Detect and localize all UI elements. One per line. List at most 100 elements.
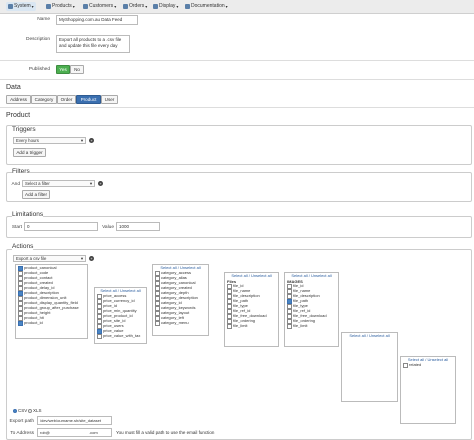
published-no-button[interactable]: No xyxy=(70,65,84,74)
nav-orders[interactable]: Orders ▾ xyxy=(121,2,149,11)
add-icon[interactable]: + xyxy=(89,138,94,143)
nav-orders-label: Orders xyxy=(129,3,145,9)
product-columns-list: product_canonical product_code product_con… xyxy=(15,264,88,339)
column-option[interactable]: related xyxy=(401,362,455,368)
checkbox[interactable] xyxy=(227,324,232,329)
export-path-field[interactable]: /dev/web/ourname.sh/site_dataset xyxy=(37,416,112,425)
images-columns-list: Select all / Unselect all IMAGES file_id… xyxy=(284,272,339,347)
related-columns-list: Select all / Unselect all related xyxy=(400,356,456,424)
add-filter-button[interactable]: Add a filter xyxy=(22,190,50,199)
chevron-down-icon: ▾ xyxy=(225,4,228,9)
chevron-down-icon: ▾ xyxy=(72,4,75,9)
email-path-note: You must fill a valid path to use the em… xyxy=(116,430,215,435)
checkbox[interactable] xyxy=(97,334,102,339)
files-columns-list: Select all / Unselect all Files file_id f… xyxy=(224,272,279,347)
start-field[interactable]: 0 xyxy=(24,222,98,231)
to-address-domain: .com xyxy=(89,430,98,435)
chevron-down-icon: ▾ xyxy=(80,138,83,143)
select-all-link[interactable]: Select all / Unselect all xyxy=(342,333,397,339)
name-field[interactable]: MyShopping.com.au Data Feed xyxy=(56,15,138,25)
chevron-down-icon: ▾ xyxy=(31,4,34,9)
nav-customers[interactable]: Customers ▾ xyxy=(81,2,118,11)
column-option[interactable]: product_id xyxy=(16,320,87,326)
checkbox[interactable] xyxy=(155,321,160,326)
column-option[interactable]: file_limit xyxy=(225,323,278,329)
description-label: Description xyxy=(26,37,50,42)
checkbox[interactable] xyxy=(287,324,292,329)
nav-system-label: System xyxy=(14,3,31,9)
action-select[interactable]: Export a csv file ▾ xyxy=(13,255,86,262)
format-xls-label: XLS xyxy=(33,408,42,413)
column-option[interactable]: category_menu xyxy=(153,320,208,326)
top-navbar: System ▾ Products ▾ Customers ▾ Orders ▾… xyxy=(0,0,474,14)
column-option-label: related xyxy=(409,362,422,368)
divider xyxy=(0,60,474,61)
checkbox[interactable] xyxy=(403,363,408,368)
trigger-select-value: Every hours xyxy=(16,138,39,143)
value-label: Value xyxy=(102,225,114,230)
chevron-down-icon: ▾ xyxy=(89,181,92,186)
published-label: Published xyxy=(28,67,50,72)
box-icon xyxy=(46,4,51,9)
tab-order[interactable]: Order xyxy=(57,95,76,104)
limitations-title: Limitations xyxy=(12,211,44,218)
trigger-select[interactable]: Every hours ▾ xyxy=(13,137,86,144)
start-label: Start xyxy=(11,225,22,230)
chevron-down-icon: ▾ xyxy=(145,4,148,9)
tab-product[interactable]: Product xyxy=(76,95,101,104)
column-option-label: file_limit xyxy=(233,323,248,329)
name-label: Name xyxy=(37,17,50,22)
value-field[interactable]: 1000 xyxy=(116,222,160,231)
column-option-label: product_id xyxy=(24,320,43,326)
column-option-label: file_limit xyxy=(293,323,308,329)
triggers-title: Triggers xyxy=(12,126,36,133)
price-columns-list: Select all / Unselect all price_access pr… xyxy=(94,287,147,344)
nav-display[interactable]: Display ▾ xyxy=(151,2,180,11)
nav-products[interactable]: Products ▾ xyxy=(44,2,77,11)
column-option-label: category_menu xyxy=(161,320,189,326)
column-option[interactable]: file_limit xyxy=(285,323,338,329)
checkbox[interactable] xyxy=(18,321,23,326)
chevron-down-icon: ▾ xyxy=(114,4,117,9)
cart-icon xyxy=(123,4,128,9)
format-csv-radio[interactable] xyxy=(13,409,17,413)
data-section-title: Data xyxy=(6,84,21,91)
published-yes-button[interactable]: Yes xyxy=(56,65,70,74)
add-icon[interactable]: + xyxy=(89,256,94,261)
gear-icon xyxy=(8,4,13,9)
category-columns-list: Select all / Unselect all category_acces… xyxy=(152,264,209,336)
and-label: And xyxy=(11,182,20,187)
nav-customers-label: Customers xyxy=(89,3,114,9)
to-address-value: rob@ xyxy=(40,430,50,435)
nav-documentation[interactable]: Documentation ▾ xyxy=(183,2,230,11)
product-section-title: Product xyxy=(6,112,31,119)
divider xyxy=(0,79,474,80)
add-icon[interactable]: + xyxy=(98,181,103,186)
book-icon xyxy=(185,4,190,9)
filter-select[interactable]: Select a filter ▾ xyxy=(22,180,95,187)
chevron-down-icon: ▾ xyxy=(80,256,83,261)
divider xyxy=(0,107,474,108)
triggers-fieldset xyxy=(6,125,472,165)
tab-category[interactable]: Category xyxy=(31,95,57,104)
column-option-label: price_value_with_tax xyxy=(103,333,141,339)
tab-user[interactable]: User xyxy=(101,95,118,104)
filters-fieldset xyxy=(6,172,472,202)
users-icon xyxy=(83,4,88,9)
add-trigger-button[interactable]: Add a trigger xyxy=(13,148,46,157)
filter-select-placeholder: Select a filter xyxy=(25,181,50,186)
filters-title: Filters xyxy=(12,168,30,175)
related-empty-list: Select all / Unselect all xyxy=(341,332,398,402)
nav-system[interactable]: System ▾ xyxy=(6,2,36,11)
tab-address[interactable]: Address xyxy=(6,95,31,104)
display-icon xyxy=(153,4,158,9)
to-address-field[interactable]: rob@ .com xyxy=(37,428,112,437)
format-xls-radio[interactable] xyxy=(28,409,32,413)
chevron-down-icon: ▾ xyxy=(176,4,179,9)
description-field[interactable]: Export all products to a .csv file and u… xyxy=(56,35,130,53)
action-select-value: Export a csv file xyxy=(16,256,47,261)
nav-documentation-label: Documentation xyxy=(191,3,225,9)
export-path-label: Export path xyxy=(9,419,34,424)
format-csv-label: CSV xyxy=(18,408,28,413)
column-option[interactable]: price_value_with_tax xyxy=(95,333,146,339)
